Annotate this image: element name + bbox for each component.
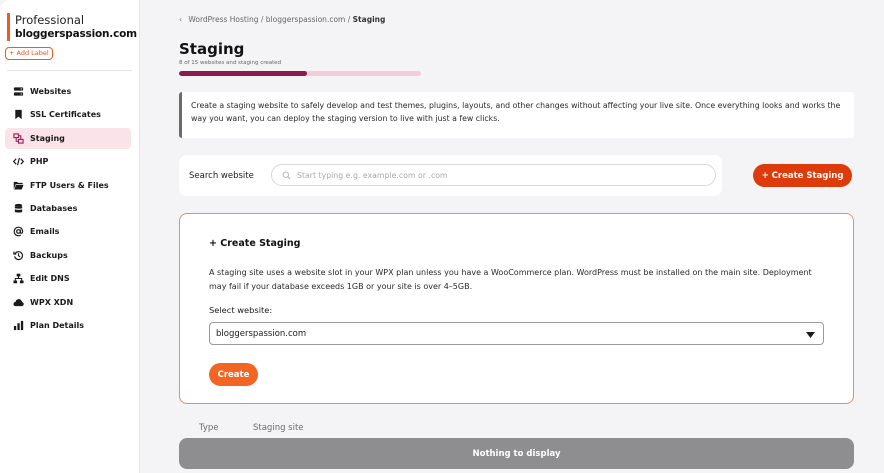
sidebar-item-label: Websites [30, 87, 72, 96]
breadcrumb-site[interactable]: bloggerspassion.com [266, 15, 346, 24]
search-label: Search website [189, 170, 254, 181]
select-website-label: Select website: [209, 305, 273, 315]
sidebar-item-ssl-certificates[interactable]: SSL Certificates [5, 104, 131, 125]
breadcrumb-current: Staging [352, 15, 386, 24]
create-staging-card: + Create Staging A staging site uses a w… [179, 213, 854, 404]
sidebar-item-label: PHP [30, 157, 49, 167]
plan-name: Professional [15, 13, 85, 27]
sidebar-item-backups[interactable]: Backups [5, 245, 131, 266]
history-icon [12, 249, 25, 262]
sidebar-item-label: WPX XDN [30, 297, 74, 307]
sidebar-item-websites[interactable]: Websites [5, 81, 131, 102]
add-label-button[interactable]: + Add Label [5, 47, 53, 60]
sidebar: Professional bloggerspassion.com + Add L… [0, 0, 140, 473]
bar-chart-icon [12, 319, 25, 332]
sidebar-item-staging[interactable]: Staging [5, 127, 131, 149]
info-box: Create a staging website to safely devel… [179, 92, 854, 138]
sidebar-item-label: Emails [30, 227, 60, 237]
plan-site-name: bloggerspassion.com [15, 28, 137, 40]
breadcrumb: ‹ WordPress Hosting / bloggerspassion.co… [179, 15, 385, 24]
sidebar-item-wpx-xdn[interactable]: WPX XDN [5, 292, 131, 313]
code-icon [12, 155, 25, 168]
plan-summary: Professional bloggerspassion.com [7, 13, 137, 41]
sidebar-item-emails[interactable]: Emails [5, 221, 131, 242]
column-header-staging-site: Staging site [253, 423, 304, 433]
usage-progress-bar [179, 71, 421, 76]
sidebar-divider [7, 70, 132, 71]
network-icon [12, 272, 25, 285]
select-website-dropdown[interactable]: bloggerspassion.com [209, 322, 824, 345]
create-staging-button[interactable]: + Create Staging [753, 164, 852, 187]
sidebar-item-label: FTP Users & Files [30, 180, 109, 190]
create-staging-title: + Create Staging [209, 238, 301, 249]
chevron-left-icon[interactable]: ‹ [179, 15, 182, 24]
create-button[interactable]: Create [209, 363, 258, 386]
column-header-type: Type [199, 423, 219, 433]
sidebar-item-php[interactable]: PHP [5, 151, 131, 172]
breadcrumb-separator: / [260, 15, 264, 24]
sidebar-item-label: Staging [30, 133, 65, 143]
bookmark-icon [12, 108, 25, 121]
staging-icon [12, 132, 25, 145]
at-icon [12, 225, 25, 238]
search-box[interactable] [271, 164, 716, 186]
folder-icon [12, 179, 25, 192]
create-staging-description: A staging site uses a website slot in yo… [209, 268, 812, 291]
sidebar-item-label: Edit DNS [30, 274, 70, 284]
sidebar-item-label: SSL Certificates [30, 110, 101, 120]
breadcrumb-wordpress-hosting[interactable]: WordPress Hosting [188, 15, 258, 24]
page-title: Staging [179, 40, 245, 58]
search-icon [282, 171, 291, 180]
sidebar-item-edit-dns[interactable]: Edit DNS [5, 268, 131, 289]
selected-website: bloggerspassion.com [216, 328, 307, 339]
sidebar-item-label: Databases [30, 203, 78, 213]
page-subtitle: 8 of 15 websites and staging created [179, 60, 282, 66]
sidebar-item-ftp-users-files[interactable]: FTP Users & Files [5, 175, 131, 196]
caret-down-icon [806, 331, 815, 338]
sidebar-item-databases[interactable]: Databases [5, 198, 131, 219]
cloud-icon [12, 296, 25, 309]
usage-progress-fill [179, 71, 308, 76]
database-icon [12, 202, 25, 215]
websites-icon [12, 85, 25, 98]
empty-state-row: Nothing to display [179, 438, 854, 469]
sidebar-item-label: Backups [30, 250, 68, 260]
sidebar-item-plan-details[interactable]: Plan Details [5, 315, 131, 336]
search-input[interactable] [297, 170, 697, 180]
sidebar-nav: Websites SSL Certificates Staging PHP FT… [5, 81, 131, 338]
breadcrumb-separator: / [347, 15, 351, 24]
search-card: Search website [179, 155, 722, 196]
sidebar-item-label: Plan Details [30, 320, 85, 330]
